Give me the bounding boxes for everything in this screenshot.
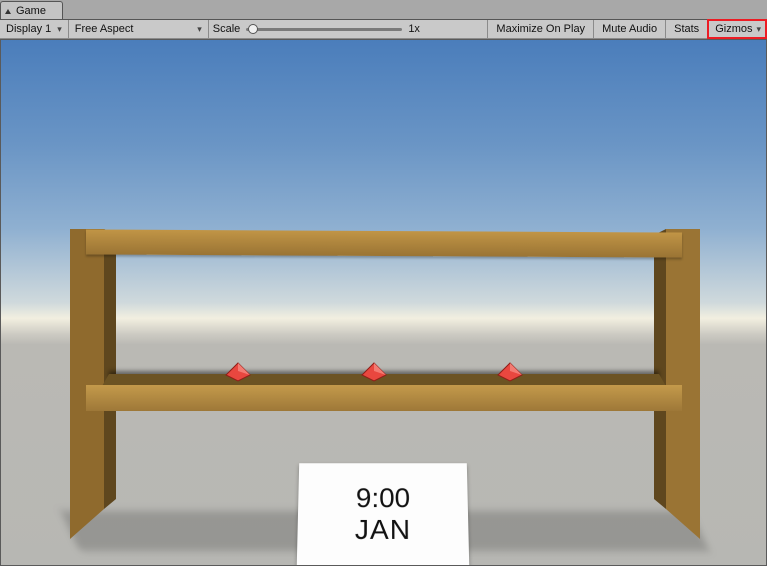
chevron-down-icon: ▾ (57, 24, 62, 35)
gizmos-dropdown[interactable]: Gizmos ▾ (707, 19, 767, 39)
audio-gizmo-icon (360, 361, 388, 383)
chevron-down-icon: ▾ (197, 24, 202, 35)
unity-icon (5, 9, 11, 14)
display-dropdown[interactable]: Display 1 ▾ (0, 20, 69, 38)
scale-text: Scale (213, 23, 241, 35)
scene-root: 9:00 JAN (0, 39, 767, 566)
stats-label: Stats (674, 23, 699, 35)
mute-label: Mute Audio (602, 23, 657, 35)
shelf-top-board (86, 229, 682, 257)
scale-slider[interactable] (246, 23, 402, 35)
display-label: Display 1 (6, 23, 51, 35)
time-card: 9:00 JAN (297, 463, 469, 566)
tab-game[interactable]: Game (0, 1, 63, 19)
slider-track (246, 28, 402, 31)
window-tab-bar: Game (0, 0, 767, 20)
game-toolbar: Display 1 ▾ Free Aspect ▾ Scale 1x Maxim… (0, 20, 767, 39)
maximize-on-play-button[interactable]: Maximize On Play (487, 20, 593, 38)
audio-gizmo-icon (496, 361, 524, 383)
aspect-dropdown[interactable]: Free Aspect ▾ (69, 20, 209, 38)
scale-value: 1x (408, 23, 420, 35)
game-view[interactable]: 9:00 JAN (0, 39, 767, 566)
card-month: JAN (355, 514, 411, 546)
scale-control[interactable]: Scale 1x (209, 20, 488, 38)
gizmos-label: Gizmos (715, 23, 752, 35)
tab-label: Game (16, 5, 46, 17)
slider-knob[interactable] (248, 24, 258, 34)
audio-gizmo-icon (224, 361, 252, 383)
stats-button[interactable]: Stats (665, 20, 707, 38)
card-time: 9:00 (356, 483, 411, 514)
chevron-down-icon: ▾ (756, 24, 761, 35)
aspect-label: Free Aspect (75, 23, 134, 35)
mute-audio-button[interactable]: Mute Audio (593, 20, 665, 38)
maximize-label: Maximize On Play (496, 23, 585, 35)
shelf-mid-front (86, 385, 682, 411)
